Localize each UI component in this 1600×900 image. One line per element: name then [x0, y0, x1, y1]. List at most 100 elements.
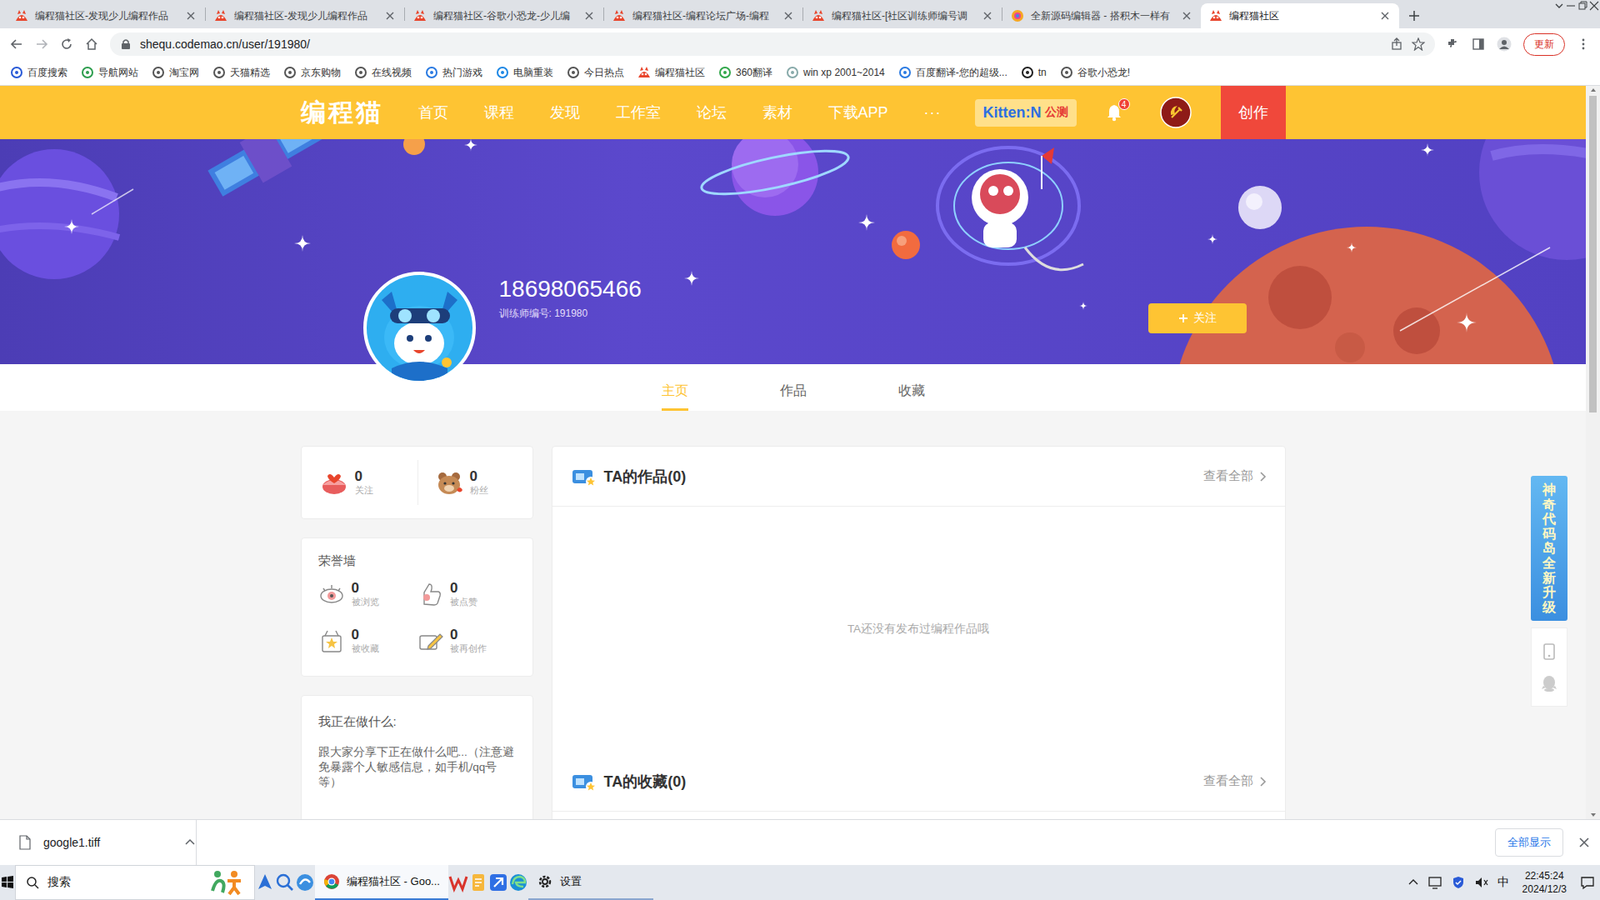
- profile-tab[interactable]: 作品: [751, 364, 835, 411]
- browser-tab[interactable]: 编程猫社区-发现少儿编程作品: [6, 3, 205, 29]
- back-icon[interactable]: [10, 37, 24, 51]
- wps-icon[interactable]: [448, 872, 469, 893]
- more-menu[interactable]: ···: [924, 104, 942, 122]
- bookmark[interactable]: 百度搜索: [10, 65, 68, 80]
- bookmark[interactable]: 热门游戏: [425, 65, 483, 80]
- notification-center-icon[interactable]: [1580, 875, 1595, 890]
- notes-app-icon[interactable]: [468, 872, 489, 893]
- volume-muted-icon[interactable]: [1474, 875, 1490, 890]
- close-tab-icon[interactable]: [981, 10, 994, 22]
- browser-tab[interactable]: 编程猫社区: [1200, 3, 1400, 29]
- bookmark[interactable]: 淘宝网: [151, 65, 200, 80]
- nav-link[interactable]: 下载APP: [828, 102, 889, 123]
- scroll-thumb[interactable]: [1589, 95, 1597, 413]
- view-all-link[interactable]: 查看全部: [1203, 468, 1267, 485]
- side-promo[interactable]: 神奇代码岛全新升级: [1530, 475, 1568, 707]
- kitten-badge[interactable]: Kitten:N公测: [975, 99, 1077, 127]
- social-stat[interactable]: 0粉丝: [417, 460, 533, 505]
- security-shield-icon[interactable]: [1450, 875, 1466, 890]
- input-method[interactable]: 中: [1497, 875, 1510, 890]
- close-window-icon[interactable]: [1588, 0, 1600, 12]
- code-island-banner[interactable]: 神奇代码岛全新升级: [1530, 475, 1568, 621]
- qq-icon[interactable]: [1540, 674, 1559, 693]
- lock-icon[interactable]: [120, 38, 132, 50]
- bookmark[interactable]: 今日热点: [566, 65, 625, 80]
- nav-link[interactable]: 素材: [762, 102, 793, 123]
- taskbar-window[interactable]: 编程猫社区 - Goo...: [315, 865, 449, 900]
- site-logo[interactable]: 编程猫: [300, 95, 384, 130]
- status-card[interactable]: 我正在做什么:跟大家分享下正在做什么吧...（注意避免暴露个人敏感信息，如手机/…: [300, 695, 534, 820]
- follow-button[interactable]: 关注: [1148, 303, 1247, 334]
- address-bar[interactable]: shequ.codemao.cn/user/191980/: [110, 32, 1435, 56]
- clock[interactable]: 22:45:242024/12/3: [1517, 869, 1572, 896]
- pinned-browser-icon[interactable]: [295, 872, 315, 893]
- reload-icon[interactable]: [60, 37, 74, 51]
- bookmark[interactable]: 导航网站: [80, 65, 139, 80]
- nav-link[interactable]: 课程: [484, 102, 515, 123]
- network-icon[interactable]: [1427, 875, 1443, 890]
- close-tab-icon[interactable]: [583, 10, 595, 22]
- bookmark[interactable]: 电脑重装: [495, 65, 554, 80]
- close-tab-icon[interactable]: [1180, 10, 1193, 22]
- user-avatar-icon[interactable]: [1160, 96, 1192, 129]
- bookmark[interactable]: 编程猫社区: [637, 65, 705, 80]
- taskbar-search[interactable]: 搜索: [15, 865, 255, 900]
- download-item[interactable]: google1.tiff: [0, 820, 197, 865]
- mobile-app-icon[interactable]: [1540, 642, 1559, 661]
- update-button[interactable]: 更新: [1523, 33, 1565, 56]
- taskbar-window[interactable]: 设置: [528, 865, 654, 900]
- minimize-icon[interactable]: [1565, 0, 1577, 12]
- bookmark[interactable]: 天猫精选: [212, 65, 270, 80]
- profile-avatar-icon[interactable]: [363, 271, 476, 385]
- show-hidden-icons-icon[interactable]: [1407, 876, 1420, 889]
- browser-tab[interactable]: 编程猫社区-发现少儿编程作品: [205, 3, 405, 29]
- nav-link[interactable]: 发现: [550, 102, 580, 123]
- bookmark-star-icon[interactable]: [1411, 37, 1425, 51]
- profile-icon[interactable]: [1496, 36, 1512, 52]
- search-app-icon[interactable]: [275, 872, 295, 893]
- nav-link[interactable]: 首页: [418, 102, 449, 123]
- side-panel-icon[interactable]: [1471, 37, 1485, 51]
- new-tab-button[interactable]: [1399, 3, 1430, 29]
- page-scrollbar[interactable]: [1585, 85, 1600, 820]
- create-button[interactable]: 创作: [1220, 85, 1286, 140]
- profile-tab[interactable]: 主页: [633, 364, 717, 411]
- tab-search-icon[interactable]: [1553, 0, 1565, 12]
- menu-icon[interactable]: [1576, 37, 1590, 51]
- extensions-icon[interactable]: [1446, 37, 1460, 51]
- close-tab-icon[interactable]: [185, 10, 197, 22]
- social-stat[interactable]: 0关注: [301, 446, 418, 519]
- bookmark[interactable]: tn: [1020, 65, 1047, 80]
- bookmark[interactable]: 京东购物: [283, 65, 341, 80]
- close-tab-icon[interactable]: [1379, 10, 1391, 22]
- browser-tab[interactable]: 全新源码编辑器 - 搭积木一样有: [1002, 3, 1201, 29]
- chevron-up-icon[interactable]: [184, 836, 196, 849]
- bookmark[interactable]: win xp 2001~2014: [785, 65, 885, 80]
- scroll-up-icon[interactable]: [1589, 85, 1598, 95]
- pinned-app-icon[interactable]: [255, 872, 275, 893]
- notifications[interactable]: 4: [1105, 103, 1124, 122]
- bookmark[interactable]: 谷歌小恐龙!: [1060, 65, 1130, 80]
- status-placeholder[interactable]: 跟大家分享下正在做什么吧...（注意避免暴露个人敏感信息，如手机/qq号等）: [318, 745, 516, 791]
- nav-link[interactable]: 论坛: [696, 102, 727, 123]
- bookmark[interactable]: 在线视频: [354, 65, 412, 80]
- close-download-bar-icon[interactable]: [1578, 836, 1590, 849]
- browser-tab[interactable]: 编程猫社区-谷歌小恐龙-少儿编: [405, 3, 604, 29]
- close-tab-icon[interactable]: [782, 10, 795, 22]
- nav-link[interactable]: 工作室: [615, 102, 661, 123]
- restore-icon[interactable]: [1576, 0, 1589, 12]
- bookmark[interactable]: 360翻译: [718, 65, 773, 80]
- profile-tab[interactable]: 收藏: [870, 364, 954, 411]
- scroll-down-icon[interactable]: [1589, 810, 1598, 820]
- home-icon[interactable]: [85, 37, 99, 51]
- share-icon[interactable]: [1390, 37, 1404, 51]
- feishu-app-icon[interactable]: [488, 872, 509, 893]
- bookmark[interactable]: 百度翻译-您的超级...: [898, 65, 1008, 80]
- browser-tab[interactable]: 编程猫社区-编程论坛广场-编程: [604, 3, 803, 29]
- show-all-button[interactable]: 全部显示: [1495, 828, 1564, 857]
- browser-tab[interactable]: 编程猫社区-[社区训练师编号调: [803, 3, 1002, 29]
- close-tab-icon[interactable]: [384, 10, 396, 22]
- windows-start-icon[interactable]: [0, 875, 15, 890]
- view-all-link[interactable]: 查看全部: [1203, 773, 1267, 790]
- edge-icon[interactable]: [508, 872, 529, 893]
